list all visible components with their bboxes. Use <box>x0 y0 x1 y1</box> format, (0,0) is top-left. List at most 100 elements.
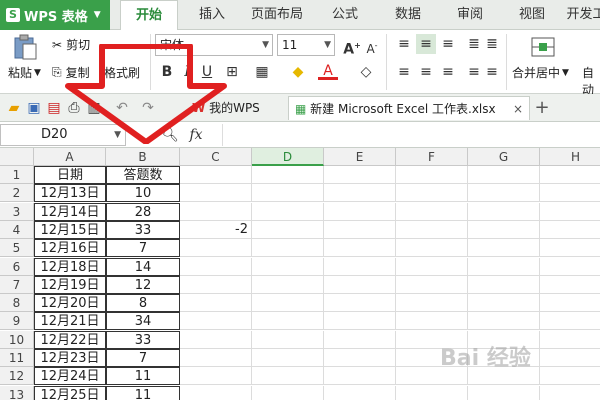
cell[interactable] <box>180 166 252 184</box>
cell[interactable] <box>540 166 600 184</box>
pdf-icon[interactable]: ▤ <box>44 98 64 118</box>
cell[interactable]: 12月18日 <box>34 257 106 276</box>
row-header[interactable]: 12 <box>0 367 34 386</box>
cell[interactable] <box>252 239 324 258</box>
tab-insert[interactable]: 插入 <box>192 0 232 30</box>
cell[interactable] <box>324 385 396 400</box>
cell[interactable]: 7 <box>106 349 180 367</box>
cell[interactable] <box>540 184 600 203</box>
cell[interactable] <box>252 349 324 367</box>
cell[interactable] <box>252 184 324 203</box>
column-header-e[interactable]: E <box>324 148 396 166</box>
cell[interactable] <box>180 330 252 349</box>
indent-icon[interactable]: ≣ <box>482 34 502 54</box>
row-header[interactable]: 8 <box>0 294 34 313</box>
cell[interactable] <box>324 294 396 313</box>
cell[interactable] <box>540 258 600 276</box>
cell[interactable] <box>468 166 540 184</box>
row-header[interactable]: 9 <box>0 312 34 331</box>
cell[interactable] <box>324 166 396 184</box>
cell[interactable] <box>396 220 468 239</box>
column-header-g[interactable]: G <box>468 148 540 166</box>
cell[interactable] <box>252 367 324 386</box>
copy-button[interactable]: ⎘ 复制 <box>52 64 90 81</box>
tab-home[interactable]: 开始 <box>120 0 178 31</box>
fx-icon[interactable]: fx <box>186 125 206 145</box>
cell[interactable] <box>396 294 468 313</box>
cell[interactable]: 11 <box>106 385 180 400</box>
cell[interactable]: 7 <box>106 239 180 258</box>
formula-input[interactable] <box>222 124 600 146</box>
cell[interactable] <box>180 349 252 367</box>
cell[interactable] <box>468 184 540 203</box>
cell[interactable] <box>180 312 252 331</box>
row-header[interactable]: 5 <box>0 239 34 258</box>
cell[interactable] <box>396 166 468 184</box>
paste-icon[interactable] <box>12 34 38 63</box>
row-header[interactable]: 1 <box>0 166 34 184</box>
align-center-icon[interactable]: ≡ <box>416 62 436 82</box>
undo-icon[interactable]: ↶ <box>112 98 132 118</box>
cell[interactable] <box>324 330 396 349</box>
bold-icon[interactable]: B <box>157 62 177 82</box>
column-header-f[interactable]: F <box>396 148 468 166</box>
name-box[interactable]: D20 ▼ <box>0 124 126 146</box>
cell[interactable] <box>324 312 396 331</box>
tab-data[interactable]: 数据 <box>388 0 428 30</box>
cell[interactable] <box>180 257 252 276</box>
column-header-h[interactable]: H <box>540 148 600 166</box>
cell[interactable] <box>324 349 396 367</box>
cell[interactable] <box>468 220 540 239</box>
increase-font-icon[interactable]: A+ <box>342 36 362 58</box>
cut-button[interactable]: ✂ 剪切 <box>52 36 90 53</box>
cell[interactable]: 12月24日 <box>34 367 106 386</box>
row-header[interactable]: 11 <box>0 349 34 367</box>
select-all-corner[interactable] <box>0 148 34 166</box>
cell[interactable]: 12月19日 <box>34 275 106 294</box>
cell[interactable] <box>468 257 540 276</box>
cell[interactable]: 14 <box>106 257 180 276</box>
cell[interactable] <box>324 202 396 221</box>
tab-review[interactable]: 审阅 <box>450 0 490 30</box>
cell[interactable] <box>324 184 396 203</box>
doc-tab-workbook[interactable]: ▦ 新建 Microsoft Excel 工作表.xlsx × <box>288 96 530 120</box>
row-header[interactable]: 10 <box>0 330 34 349</box>
cell[interactable] <box>468 275 540 294</box>
cell[interactable]: 12月16日 <box>34 239 106 258</box>
cell[interactable] <box>252 166 324 184</box>
cell[interactable]: 答题数 <box>106 166 180 184</box>
cell[interactable]: 日期 <box>34 166 106 184</box>
column-header-c[interactable]: C <box>180 148 252 166</box>
cell[interactable]: 8 <box>106 294 180 313</box>
cell[interactable] <box>324 275 396 294</box>
format-painter-button[interactable]: 格式刷 <box>104 64 140 81</box>
cell[interactable] <box>540 331 600 349</box>
cell[interactable] <box>468 312 540 331</box>
cell[interactable] <box>180 294 252 313</box>
cell[interactable]: 28 <box>106 202 180 221</box>
print-icon[interactable]: ⎙ <box>64 98 84 118</box>
cell[interactable] <box>180 367 252 386</box>
cell[interactable]: 34 <box>106 312 180 331</box>
paste-button[interactable]: 粘贴 ▼ <box>8 64 41 81</box>
cell[interactable]: 12月13日 <box>34 184 106 203</box>
print-preview-icon[interactable]: ▥ <box>84 98 104 118</box>
align-top-icon[interactable]: ≡ <box>394 34 414 54</box>
row-header[interactable]: 13 <box>0 385 34 400</box>
cell[interactable] <box>180 275 252 294</box>
cell[interactable] <box>252 312 324 331</box>
cell[interactable] <box>468 239 540 258</box>
cell[interactable] <box>540 312 600 331</box>
merge-center-button[interactable]: 合并居中 ▼ <box>512 64 569 81</box>
cell[interactable]: 33 <box>106 330 180 349</box>
cell[interactable] <box>396 312 468 331</box>
cell[interactable] <box>540 239 600 258</box>
cell[interactable] <box>468 202 540 221</box>
cell[interactable] <box>180 385 252 400</box>
cell[interactable]: 12月21日 <box>34 312 106 331</box>
cell[interactable] <box>540 349 600 367</box>
tab-page-layout[interactable]: 页面布局 <box>245 0 309 30</box>
merge-center-icon[interactable] <box>530 34 556 63</box>
align-left-icon[interactable]: ≡ <box>394 62 414 82</box>
cell[interactable] <box>540 221 600 239</box>
